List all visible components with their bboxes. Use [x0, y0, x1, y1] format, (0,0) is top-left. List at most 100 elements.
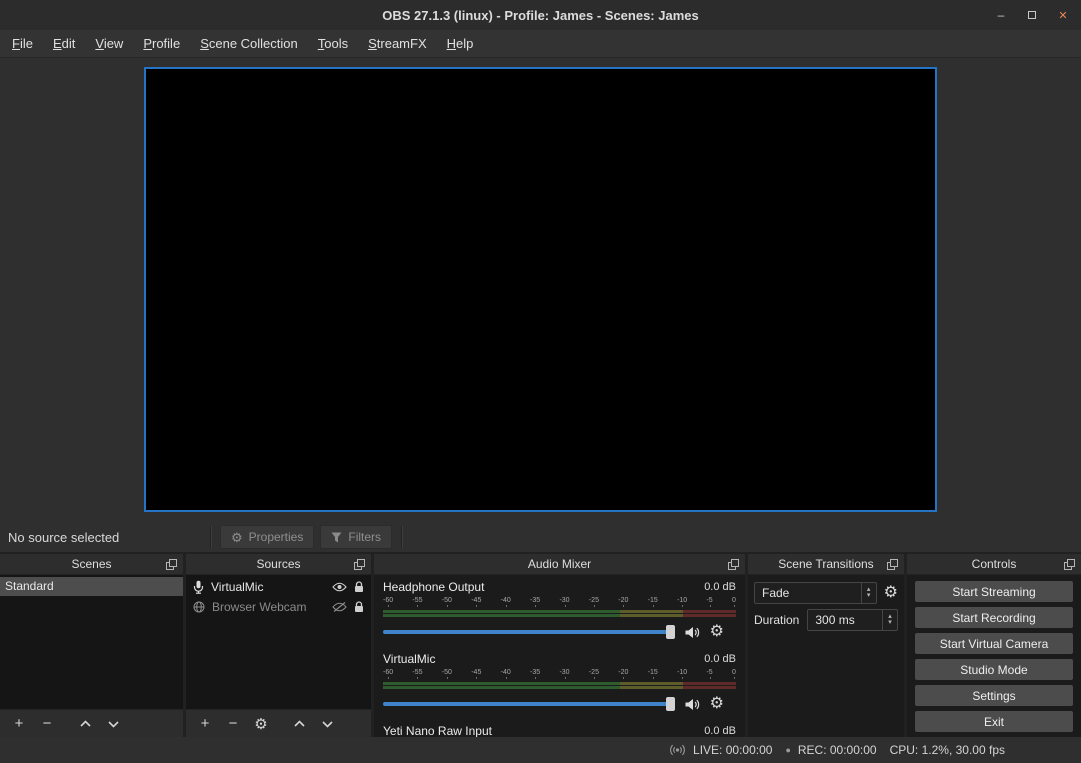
- minimize-button[interactable]: –: [993, 8, 1009, 22]
- mixer-gear-button[interactable]: ⚙: [710, 624, 724, 640]
- meter-tick-label: 0: [732, 669, 736, 677]
- mixer-headphone-output: Headphone Output 0.0 dB -60-55-50-45-40-…: [383, 579, 736, 640]
- lock-icon[interactable]: [354, 601, 364, 613]
- menu-tools[interactable]: Tools: [308, 30, 358, 57]
- live-status: LIVE: 00:00:00: [669, 743, 772, 757]
- meter-tick-label: -35: [530, 669, 540, 677]
- transitions-header: Scene Transitions: [748, 554, 904, 575]
- controls-content: Start Streaming Start Recording Start Vi…: [907, 575, 1081, 737]
- menu-streamfx[interactable]: StreamFX: [358, 30, 437, 57]
- filters-button[interactable]: Filters: [320, 525, 392, 549]
- arrow-down-icon: ▾: [888, 620, 892, 626]
- mixer-name: Yeti Nano Raw Input: [383, 724, 492, 737]
- remove-source-button[interactable]: −: [220, 712, 246, 736]
- remove-scene-button[interactable]: −: [34, 712, 60, 736]
- move-source-down-button[interactable]: [314, 712, 340, 736]
- meter-tick-label: -20: [618, 597, 628, 605]
- mixer-level: 0.0 dB: [704, 581, 736, 593]
- meter-tick-label: 0: [732, 597, 736, 605]
- meter-tick-label: -60: [383, 597, 393, 605]
- menu-file[interactable]: File: [2, 30, 43, 57]
- toolbar-separator: [401, 526, 402, 548]
- menu-scene-collection[interactable]: Scene Collection: [190, 30, 308, 57]
- transitions-title: Scene Transitions: [778, 557, 873, 571]
- eye-slash-icon[interactable]: [332, 602, 347, 612]
- source-properties-button[interactable]: ⚙: [248, 712, 274, 736]
- mixer-level: 0.0 dB: [704, 725, 736, 737]
- move-scene-down-button[interactable]: [100, 712, 126, 736]
- close-button[interactable]: ✕: [1055, 9, 1071, 22]
- studio-mode-button[interactable]: Studio Mode: [915, 659, 1073, 680]
- start-recording-button[interactable]: Start Recording: [915, 607, 1073, 628]
- settings-button[interactable]: Settings: [915, 685, 1073, 706]
- properties-button[interactable]: ⚙ Properties: [220, 525, 314, 549]
- maximize-button[interactable]: [1024, 8, 1040, 22]
- meter-tick-label: -5: [706, 669, 712, 677]
- meter-tick-label: -50: [442, 597, 452, 605]
- lock-icon[interactable]: [354, 581, 364, 593]
- menu-profile[interactable]: Profile: [133, 30, 190, 57]
- duration-spinbox[interactable]: 300 ms ▴ ▾: [807, 609, 898, 631]
- menu-edit[interactable]: Edit: [43, 30, 85, 57]
- meter-scale: -60-55-50-45-40-35-30-25-20-15-10-50: [383, 597, 736, 605]
- window-controls: – ✕: [993, 0, 1071, 30]
- add-source-button[interactable]: +: [192, 712, 218, 736]
- meter-tick-label: -40: [501, 597, 511, 605]
- volume-slider[interactable]: [383, 630, 675, 634]
- transition-select[interactable]: Fade ▴ ▾: [754, 582, 877, 604]
- preview-canvas[interactable]: [144, 67, 937, 512]
- meter-tick-label: -60: [383, 669, 393, 677]
- exit-button[interactable]: Exit: [915, 711, 1073, 732]
- combo-spinner: ▴ ▾: [861, 583, 876, 603]
- meter-tick-label: -30: [559, 669, 569, 677]
- meter-tick-label: -25: [589, 597, 599, 605]
- source-item-virtualmic[interactable]: VirtualMic: [186, 577, 371, 597]
- sources-list: VirtualMic Browser Webcam: [186, 575, 371, 709]
- popout-icon[interactable]: [166, 559, 177, 570]
- speaker-icon[interactable]: [685, 698, 700, 711]
- meter-tick-label: -50: [442, 669, 452, 677]
- move-scene-up-button[interactable]: [72, 712, 98, 736]
- popout-icon[interactable]: [887, 559, 898, 570]
- meter-tick-label: -20: [618, 669, 628, 677]
- mixer-level: 0.0 dB: [704, 653, 736, 665]
- chevron-down-icon: [321, 720, 334, 728]
- volume-slider[interactable]: [383, 702, 675, 706]
- scenes-toolbar: + −: [0, 709, 183, 737]
- rec-timer: REC: 00:00:00: [798, 743, 877, 757]
- scene-item-standard[interactable]: Standard: [0, 577, 183, 596]
- transition-settings-button[interactable]: ⚙: [884, 585, 898, 601]
- menu-view[interactable]: View: [85, 30, 133, 57]
- menu-help[interactable]: Help: [437, 30, 484, 57]
- panel-scene-transitions: Scene Transitions Fade ▴ ▾ ⚙ Duration: [748, 554, 904, 737]
- spinbox-arrows[interactable]: ▴ ▾: [882, 610, 897, 630]
- transitions-content: Fade ▴ ▾ ⚙ Duration 300 ms ▴ ▾: [748, 575, 904, 737]
- slider-handle[interactable]: [666, 625, 675, 639]
- meter-tick-label: -45: [471, 669, 481, 677]
- start-virtual-camera-button[interactable]: Start Virtual Camera: [915, 633, 1073, 654]
- add-scene-button[interactable]: +: [6, 712, 32, 736]
- eye-icon[interactable]: [332, 582, 347, 592]
- speaker-icon[interactable]: [685, 626, 700, 639]
- start-streaming-button[interactable]: Start Streaming: [915, 581, 1073, 602]
- meter-tick-label: -45: [471, 597, 481, 605]
- popout-icon[interactable]: [728, 559, 739, 570]
- broadcast-icon: [669, 744, 686, 756]
- popout-icon[interactable]: [1064, 559, 1075, 570]
- meter-tick-label: -15: [648, 669, 658, 677]
- popout-icon[interactable]: [354, 559, 365, 570]
- move-source-up-button[interactable]: [286, 712, 312, 736]
- level-meter: [383, 610, 736, 617]
- performance-stats: CPU: 1.2%, 30.00 fps: [890, 743, 1005, 757]
- status-bar: LIVE: 00:00:00 ● REC: 00:00:00 CPU: 1.2%…: [0, 737, 1081, 763]
- panel-audio-mixer: Audio Mixer Headphone Output 0.0 dB -60-…: [374, 554, 745, 737]
- titlebar: OBS 27.1.3 (linux) - Profile: James - Sc…: [0, 0, 1081, 30]
- mixer-gear-button[interactable]: ⚙: [710, 696, 724, 712]
- source-item-browser-webcam[interactable]: Browser Webcam: [186, 597, 371, 617]
- panel-sources: Sources VirtualMic: [186, 554, 371, 737]
- slider-handle[interactable]: [666, 697, 675, 711]
- duration-value: 300 ms: [808, 613, 882, 627]
- meter-tick-label: -55: [412, 669, 422, 677]
- source-name: VirtualMic: [211, 580, 325, 594]
- meter-tick-label: -55: [412, 597, 422, 605]
